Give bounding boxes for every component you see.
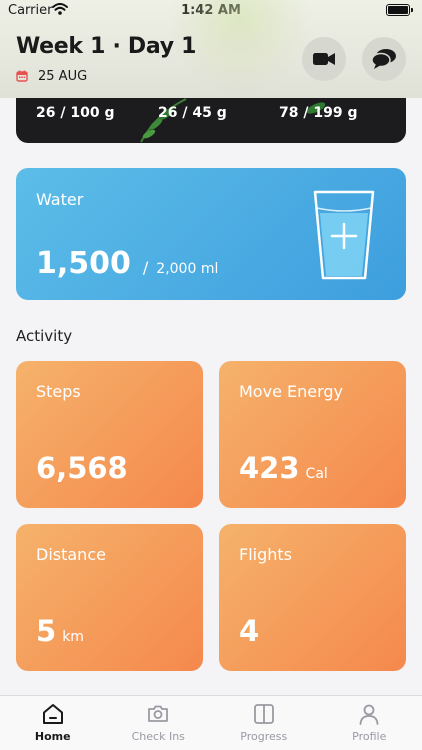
tile-value: 5 km bbox=[36, 614, 84, 648]
status-time: 1:42 AM bbox=[181, 3, 241, 18]
tab-profile[interactable]: Profile bbox=[317, 696, 422, 750]
tile-number: 4 bbox=[239, 614, 260, 648]
chat-button[interactable] bbox=[362, 37, 406, 81]
profile-icon bbox=[359, 704, 379, 725]
tab-progress[interactable]: Progress bbox=[211, 696, 317, 750]
status-bar: Carrier 1:42 AM bbox=[0, 0, 422, 22]
activity-section-title: Activity bbox=[16, 327, 73, 345]
tab-label: Check Ins bbox=[131, 730, 185, 743]
tile-value: 6,568 bbox=[36, 451, 134, 485]
tile-label: Move Energy bbox=[239, 382, 344, 401]
macro-fat: 26 / 45 g bbox=[158, 105, 227, 121]
water-goal-value: 2,000 ml bbox=[156, 261, 219, 277]
tile-label: Distance bbox=[36, 545, 106, 564]
tab-home[interactable]: Home bbox=[0, 696, 106, 750]
water-separator: / bbox=[142, 258, 149, 277]
tab-check-ins[interactable]: Check Ins bbox=[106, 696, 212, 750]
camera-icon bbox=[148, 705, 169, 722]
water-title: Water bbox=[36, 190, 84, 209]
macro-carbs: 78 / 199 g bbox=[279, 105, 358, 121]
date-label: 25 AUG bbox=[38, 68, 88, 84]
video-call-button[interactable] bbox=[302, 37, 346, 81]
tab-bar: Home Check Ins Progress Profile bbox=[0, 695, 422, 750]
water-card[interactable]: Water 1,500 / 2,000 ml bbox=[16, 168, 406, 300]
steps-tile[interactable]: Steps 6,568 bbox=[16, 361, 203, 508]
tile-unit: Cal bbox=[305, 466, 328, 482]
chat-bubbles-icon bbox=[371, 49, 396, 69]
water-amount: 1,500 / 2,000 ml bbox=[36, 246, 218, 281]
tile-value: 4 bbox=[239, 614, 265, 648]
tile-number: 6,568 bbox=[36, 451, 128, 485]
flights-tile[interactable]: Flights 4 bbox=[219, 524, 406, 671]
progress-icon bbox=[253, 704, 274, 724]
header: Carrier 1:42 AM Week 1 · Day 1 25 AUG bbox=[0, 0, 422, 98]
tab-label: Profile bbox=[352, 730, 387, 743]
tile-value: 423 Cal bbox=[239, 451, 328, 485]
tile-number: 423 bbox=[239, 451, 300, 485]
tile-label: Steps bbox=[36, 382, 81, 401]
move-energy-tile[interactable]: Move Energy 423 Cal bbox=[219, 361, 406, 508]
water-current-value: 1,500 bbox=[36, 246, 131, 281]
tile-unit: km bbox=[62, 629, 84, 645]
date-row: 25 AUG bbox=[16, 68, 87, 84]
macro-protein: 26 / 100 g bbox=[36, 105, 115, 121]
home-icon bbox=[42, 704, 63, 724]
calendar-icon bbox=[16, 70, 28, 82]
tab-label: Progress bbox=[240, 730, 288, 743]
tile-number: 5 bbox=[36, 614, 57, 648]
tile-label: Flights bbox=[239, 545, 292, 564]
add-water-glass-icon[interactable] bbox=[312, 188, 376, 282]
page-title: Week 1 · Day 1 bbox=[16, 34, 197, 59]
distance-tile[interactable]: Distance 5 km bbox=[16, 524, 203, 671]
battery-icon bbox=[386, 4, 413, 16]
tab-label: Home bbox=[34, 730, 71, 743]
video-camera-icon bbox=[313, 53, 335, 65]
